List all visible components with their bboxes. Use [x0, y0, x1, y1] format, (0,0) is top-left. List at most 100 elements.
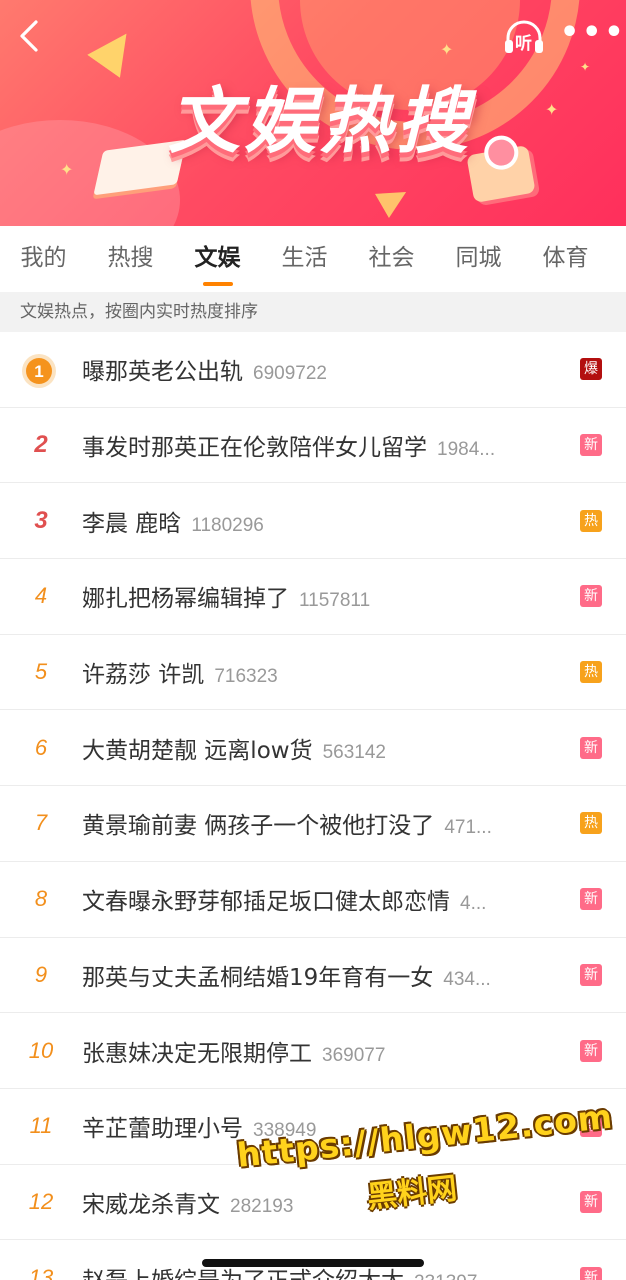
back-button[interactable]	[10, 16, 50, 56]
rank-number: 9	[34, 961, 48, 987]
topic-text[interactable]: 文春曝永野芽郁插足坂口健太郎恋情 4...	[82, 882, 546, 916]
tab-society[interactable]: 社会	[348, 226, 435, 292]
tab-label: 体育	[542, 245, 589, 271]
list-item[interactable]: 2 事发时那英正在伦敦陪伴女儿留学 1984... 新	[0, 408, 626, 484]
page-title: 文娱热搜	[167, 79, 472, 163]
tab-label: 生活	[281, 245, 328, 271]
topic-text[interactable]: 曝那英老公出轨 6909722	[82, 352, 546, 386]
section-description: 文娱热点，按圈内实时热度排序	[0, 292, 626, 332]
list-item[interactable]: 7 黄景瑜前妻 俩孩子一个被他打没了 471... 热	[0, 786, 626, 862]
rank-number: 4	[34, 583, 48, 609]
topic-title: 娜扎把杨幂编辑掉了	[82, 586, 289, 613]
rank-number: 6	[34, 734, 48, 760]
topic-title: 曝那英老公出轨	[82, 359, 243, 386]
new-badge: 新	[580, 434, 602, 457]
heat-count: 716323	[214, 666, 278, 688]
sparkle-icon: ✦	[60, 160, 74, 179]
topic-title: 事发时那英正在伦敦陪伴女儿留学	[82, 435, 427, 462]
heat-count: 6909722	[253, 363, 327, 385]
tab-life[interactable]: 生活	[261, 226, 348, 292]
list-item[interactable]: 3 李晨 鹿晗 1180296 热	[0, 483, 626, 560]
rank-number: 8	[34, 886, 48, 912]
hot-badge: 热	[580, 509, 602, 532]
topic-text[interactable]: 许荔莎 许凯 716323	[82, 655, 546, 689]
list-item[interactable]: 1 曝那英老公出轨 6909722 爆	[0, 332, 626, 408]
heat-count: 563142	[322, 741, 386, 763]
list-item[interactable]: 6 大黄胡楚靓 远离low货 563142 新	[0, 710, 626, 787]
new-badge: 新	[580, 736, 602, 759]
topic-title: 赵磊上婚综是为了正式介绍太太	[82, 1268, 404, 1280]
banner-deco-arrow	[87, 22, 143, 78]
rank-number: 10	[28, 1037, 54, 1063]
listen-label: 听	[515, 34, 532, 54]
list-item[interactable]: 4 娜扎把杨幂编辑掉了 1157811 新	[0, 559, 626, 635]
tab-label: 热搜	[107, 245, 154, 271]
tab-label: 同城	[455, 245, 502, 271]
topic-title: 许荔莎 许凯	[82, 662, 205, 689]
rank-number: 5	[34, 659, 48, 685]
heat-count: 1984...	[437, 439, 496, 461]
topic-text[interactable]: 大黄胡楚靓 远离low货 563142	[82, 731, 546, 765]
rank-number: 7	[34, 810, 48, 836]
active-tab-indicator	[203, 282, 233, 286]
tab-label: 社会	[368, 245, 415, 271]
list-item[interactable]: 5 许荔莎 许凯 716323 热	[0, 635, 626, 711]
list-item[interactable]: 10 张惠妹决定无限期停工 369077 新	[0, 1013, 626, 1089]
banner-deco-triangle	[375, 180, 413, 218]
tab-sports[interactable]: 体育	[522, 226, 609, 292]
listen-button[interactable]: 听	[502, 18, 546, 56]
list-item[interactable]: 9 那英与丈夫孟桐结婚19年育有一女 434... 新	[0, 938, 626, 1014]
topic-text[interactable]: 李晨 鹿晗 1180296	[82, 504, 546, 538]
heat-count: 4...	[460, 893, 487, 915]
topic-text[interactable]: 娜扎把杨幂编辑掉了 1157811	[82, 579, 546, 613]
rank-number: 3	[34, 506, 48, 534]
topic-text[interactable]: 黄景瑜前妻 俩孩子一个被他打没了 471...	[82, 806, 546, 840]
topic-title: 张惠妹决定无限期停工	[82, 1040, 312, 1067]
topic-text[interactable]: 那英与丈夫孟桐结婚19年育有一女 434...	[82, 958, 546, 992]
rank-number: 13	[28, 1264, 54, 1280]
heat-count: 369077	[322, 1044, 386, 1066]
topic-text[interactable]: 事发时那英正在伦敦陪伴女儿留学 1984...	[82, 428, 546, 462]
new-badge: 新	[580, 888, 602, 911]
sparkle-icon: ✦	[580, 60, 591, 74]
rank-number: 1	[34, 362, 43, 381]
heat-count: 1180296	[191, 514, 264, 536]
heat-count: 1157811	[299, 590, 371, 612]
new-badge: 新	[580, 585, 602, 608]
home-indicator[interactable]	[202, 1259, 424, 1267]
sparkle-icon: ✦	[440, 40, 454, 59]
topic-title: 那英与丈夫孟桐结婚19年育有一女	[82, 964, 434, 991]
topic-text[interactable]: 张惠妹决定无限期停工 369077	[82, 1034, 546, 1068]
hot-badge: 热	[580, 661, 602, 684]
sparkle-icon: ✦	[545, 100, 559, 119]
list-item[interactable]: 8 文春曝永野芽郁插足坂口健太郎恋情 4... 新	[0, 862, 626, 938]
heat-count: 434...	[443, 968, 491, 990]
tab-entertainment[interactable]: 文娱	[174, 226, 261, 292]
topic-title: 宋威龙杀青文	[82, 1191, 220, 1218]
heat-count: 471...	[444, 817, 492, 839]
topic-title: 辛芷蕾助理小号	[82, 1116, 243, 1143]
hot-badge: 热	[580, 812, 602, 835]
rank-medal-icon: 1	[22, 354, 56, 388]
new-badge: 新	[580, 963, 602, 986]
new-badge: 新	[580, 1039, 602, 1062]
new-badge: 新	[580, 1266, 602, 1280]
more-button[interactable]: •••	[560, 18, 624, 50]
chevron-left-icon	[20, 20, 38, 52]
topic-title: 李晨 鹿晗	[82, 510, 182, 537]
boom-badge: 爆	[580, 358, 602, 381]
topic-title: 黄景瑜前妻 俩孩子一个被他打没了	[82, 813, 435, 840]
category-tabs: 我的 热搜 文娱 生活 社会 同城 体育	[0, 226, 626, 292]
tab-mine[interactable]: 我的	[0, 226, 87, 292]
tab-local[interactable]: 同城	[435, 226, 522, 292]
header-banner: ✦ ✦ ✦ ✦ 文娱热搜 听 •••	[0, 0, 626, 226]
rank-number: 12	[28, 1188, 54, 1214]
tab-label: 我的	[20, 245, 67, 271]
tab-hot-search[interactable]: 热搜	[87, 226, 174, 292]
rank-number: 11	[29, 1113, 53, 1139]
tab-label: 文娱	[194, 245, 241, 271]
topic-title: 文春曝永野芽郁插足坂口健太郎恋情	[82, 889, 450, 916]
rank-number: 2	[34, 431, 48, 459]
heat-count: 231397	[414, 1272, 477, 1280]
topic-title: 大黄胡楚靓 远离low货	[82, 737, 313, 764]
